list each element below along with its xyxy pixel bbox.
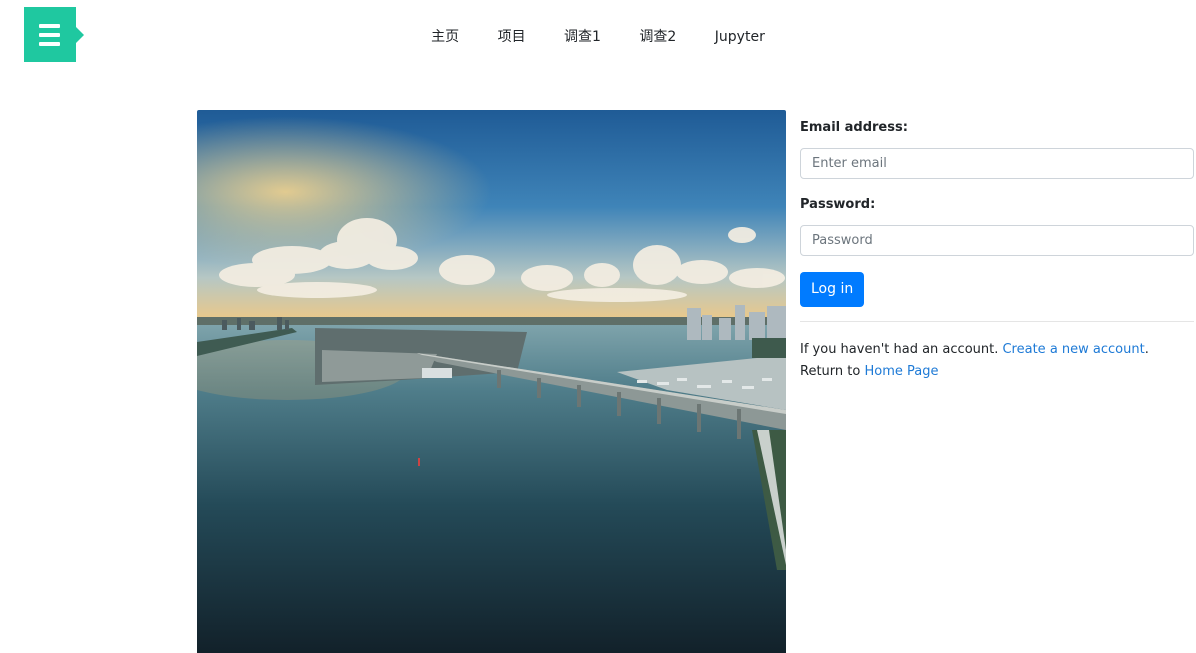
nav-item-survey1[interactable]: 调查1 [564, 26, 601, 48]
top-nav: 主页 项目 调查1 调查2 Jupyter [0, 26, 1196, 48]
nav-item-home[interactable]: 主页 [431, 26, 459, 48]
nav-item-jupyter[interactable]: Jupyter [715, 26, 765, 48]
password-label: Password: [800, 197, 876, 212]
password-field[interactable] [800, 225, 1194, 256]
login-page: 主页 项目 调查1 调查2 Jupyter Email address: Ent… [0, 0, 1196, 653]
city-harbor-photo [197, 110, 786, 653]
email-label: Email address: [800, 120, 908, 135]
create-account-link[interactable]: Create a new account [1002, 342, 1144, 357]
home-page-link[interactable]: Home Page [864, 364, 938, 379]
return-text: Return to [800, 364, 865, 379]
login-button[interactable]: Log in [800, 272, 865, 307]
return-line: Return to Home Page [800, 361, 1194, 383]
email-field[interactable] [800, 148, 1194, 179]
nav-item-survey2[interactable]: 调查2 [639, 26, 676, 48]
login-form: Email address: Password: Log in If you h… [800, 118, 1194, 383]
signup-suffix: . [1144, 342, 1149, 357]
signup-line: If you haven't had an account. Create a … [800, 339, 1194, 361]
signup-text: If you haven't had an account. [800, 342, 1003, 357]
nav-item-projects[interactable]: 项目 [498, 26, 526, 48]
divider [800, 321, 1194, 322]
